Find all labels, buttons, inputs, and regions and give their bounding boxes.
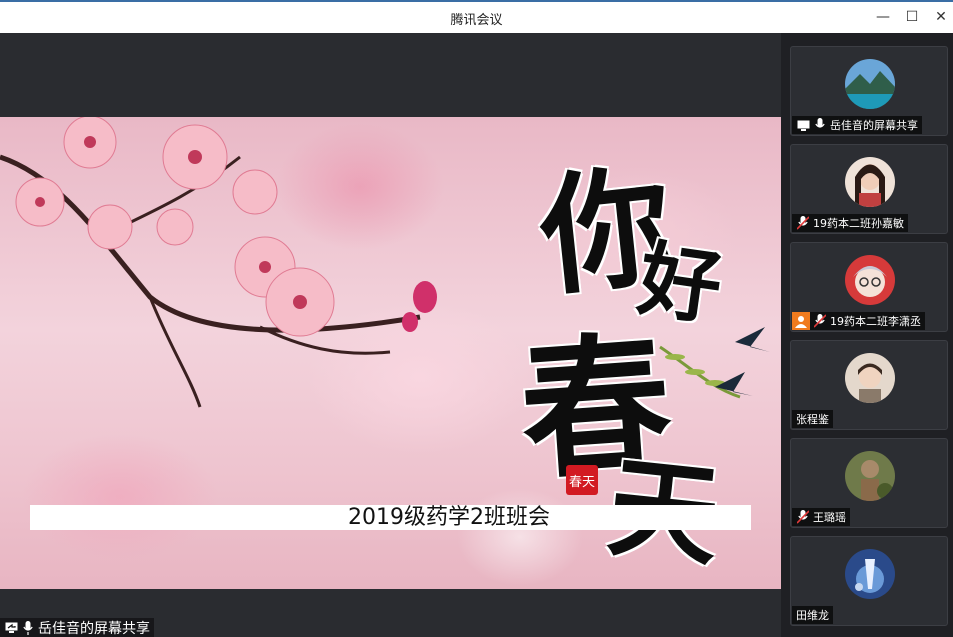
mic-icon (813, 118, 827, 132)
participant-tile[interactable]: 田维龙 (790, 536, 948, 626)
avatar (845, 549, 895, 599)
minimize-button[interactable]: — (872, 6, 894, 28)
screen-share-label-text: 岳佳音的屏幕共享 (38, 620, 150, 637)
avatar (845, 59, 895, 109)
participant-name: 田维龙 (796, 609, 829, 622)
calligraphy-char: 天 (602, 417, 728, 588)
screen-share-icon (796, 118, 810, 132)
maximize-button[interactable]: ☐ (901, 6, 923, 28)
participant-name: 19药本二班李潇丞 (830, 315, 921, 328)
avatar (845, 451, 895, 501)
participant-name: 张程鉴 (796, 413, 829, 426)
participant-name-tag: 19药本二班孙嘉敏 (792, 214, 908, 232)
mic-icon (21, 620, 35, 635)
participant-name-tag: 张程鉴 (792, 410, 833, 428)
participant-tile[interactable]: 19药本二班李潇丞 (790, 242, 948, 332)
shared-slide: 你 好 春 天 春天 2019级药学2班班会 (0, 117, 781, 589)
mic-muted-icon (813, 314, 827, 328)
participant-tile[interactable]: 张程鉴 (790, 340, 948, 430)
screen-share-icon (4, 621, 18, 635)
red-seal-stamp: 春天 (566, 465, 598, 495)
participant-name: 王璐瑶 (813, 511, 846, 524)
shared-screen-area[interactable]: 你 好 春 天 春天 2019级药学2班班会 (0, 33, 781, 637)
subtitle-bar: 2019级药学2班班会 (30, 505, 751, 530)
participant-name: 19药本二班孙嘉敏 (813, 217, 904, 230)
mic-muted-icon (796, 510, 810, 524)
participant-name-tag: 岳佳音的屏幕共享 (792, 116, 922, 134)
title-bar: 腾讯会议 — ☐ ✕ (0, 0, 953, 33)
participant-name-tag: 王璐瑶 (792, 508, 850, 526)
avatar (845, 255, 895, 305)
participant-panel: 岳佳音的屏幕共享 19药本二班孙嘉敏 19药本二班李潇丞 张程鉴 王璐瑶 田维龙 (781, 33, 953, 637)
avatar (845, 157, 895, 207)
participant-tile[interactable]: 岳佳音的屏幕共享 (790, 46, 948, 136)
window-title: 腾讯会议 (450, 13, 503, 28)
screen-share-label: 岳佳音的屏幕共享 (0, 618, 154, 637)
mic-muted-icon (796, 216, 810, 230)
close-button[interactable]: ✕ (930, 6, 952, 28)
participant-tile[interactable]: 王璐瑶 (790, 438, 948, 528)
slide-subtitle: 2019级药学2班班会 (348, 505, 550, 530)
participant-name: 岳佳音的屏幕共享 (830, 119, 918, 132)
avatar (845, 353, 895, 403)
meeting-window: 腾讯会议 — ☐ ✕ 你 好 春 春天 2019级药学2班班会 岳佳音的屏幕共享… (0, 0, 953, 637)
participant-tile[interactable]: 19药本二班孙嘉敏 (790, 144, 948, 234)
host-icon (792, 312, 810, 330)
participant-name-tag: 19药本二班李潇丞 (792, 312, 925, 330)
participant-name-tag: 田维龙 (792, 606, 833, 624)
